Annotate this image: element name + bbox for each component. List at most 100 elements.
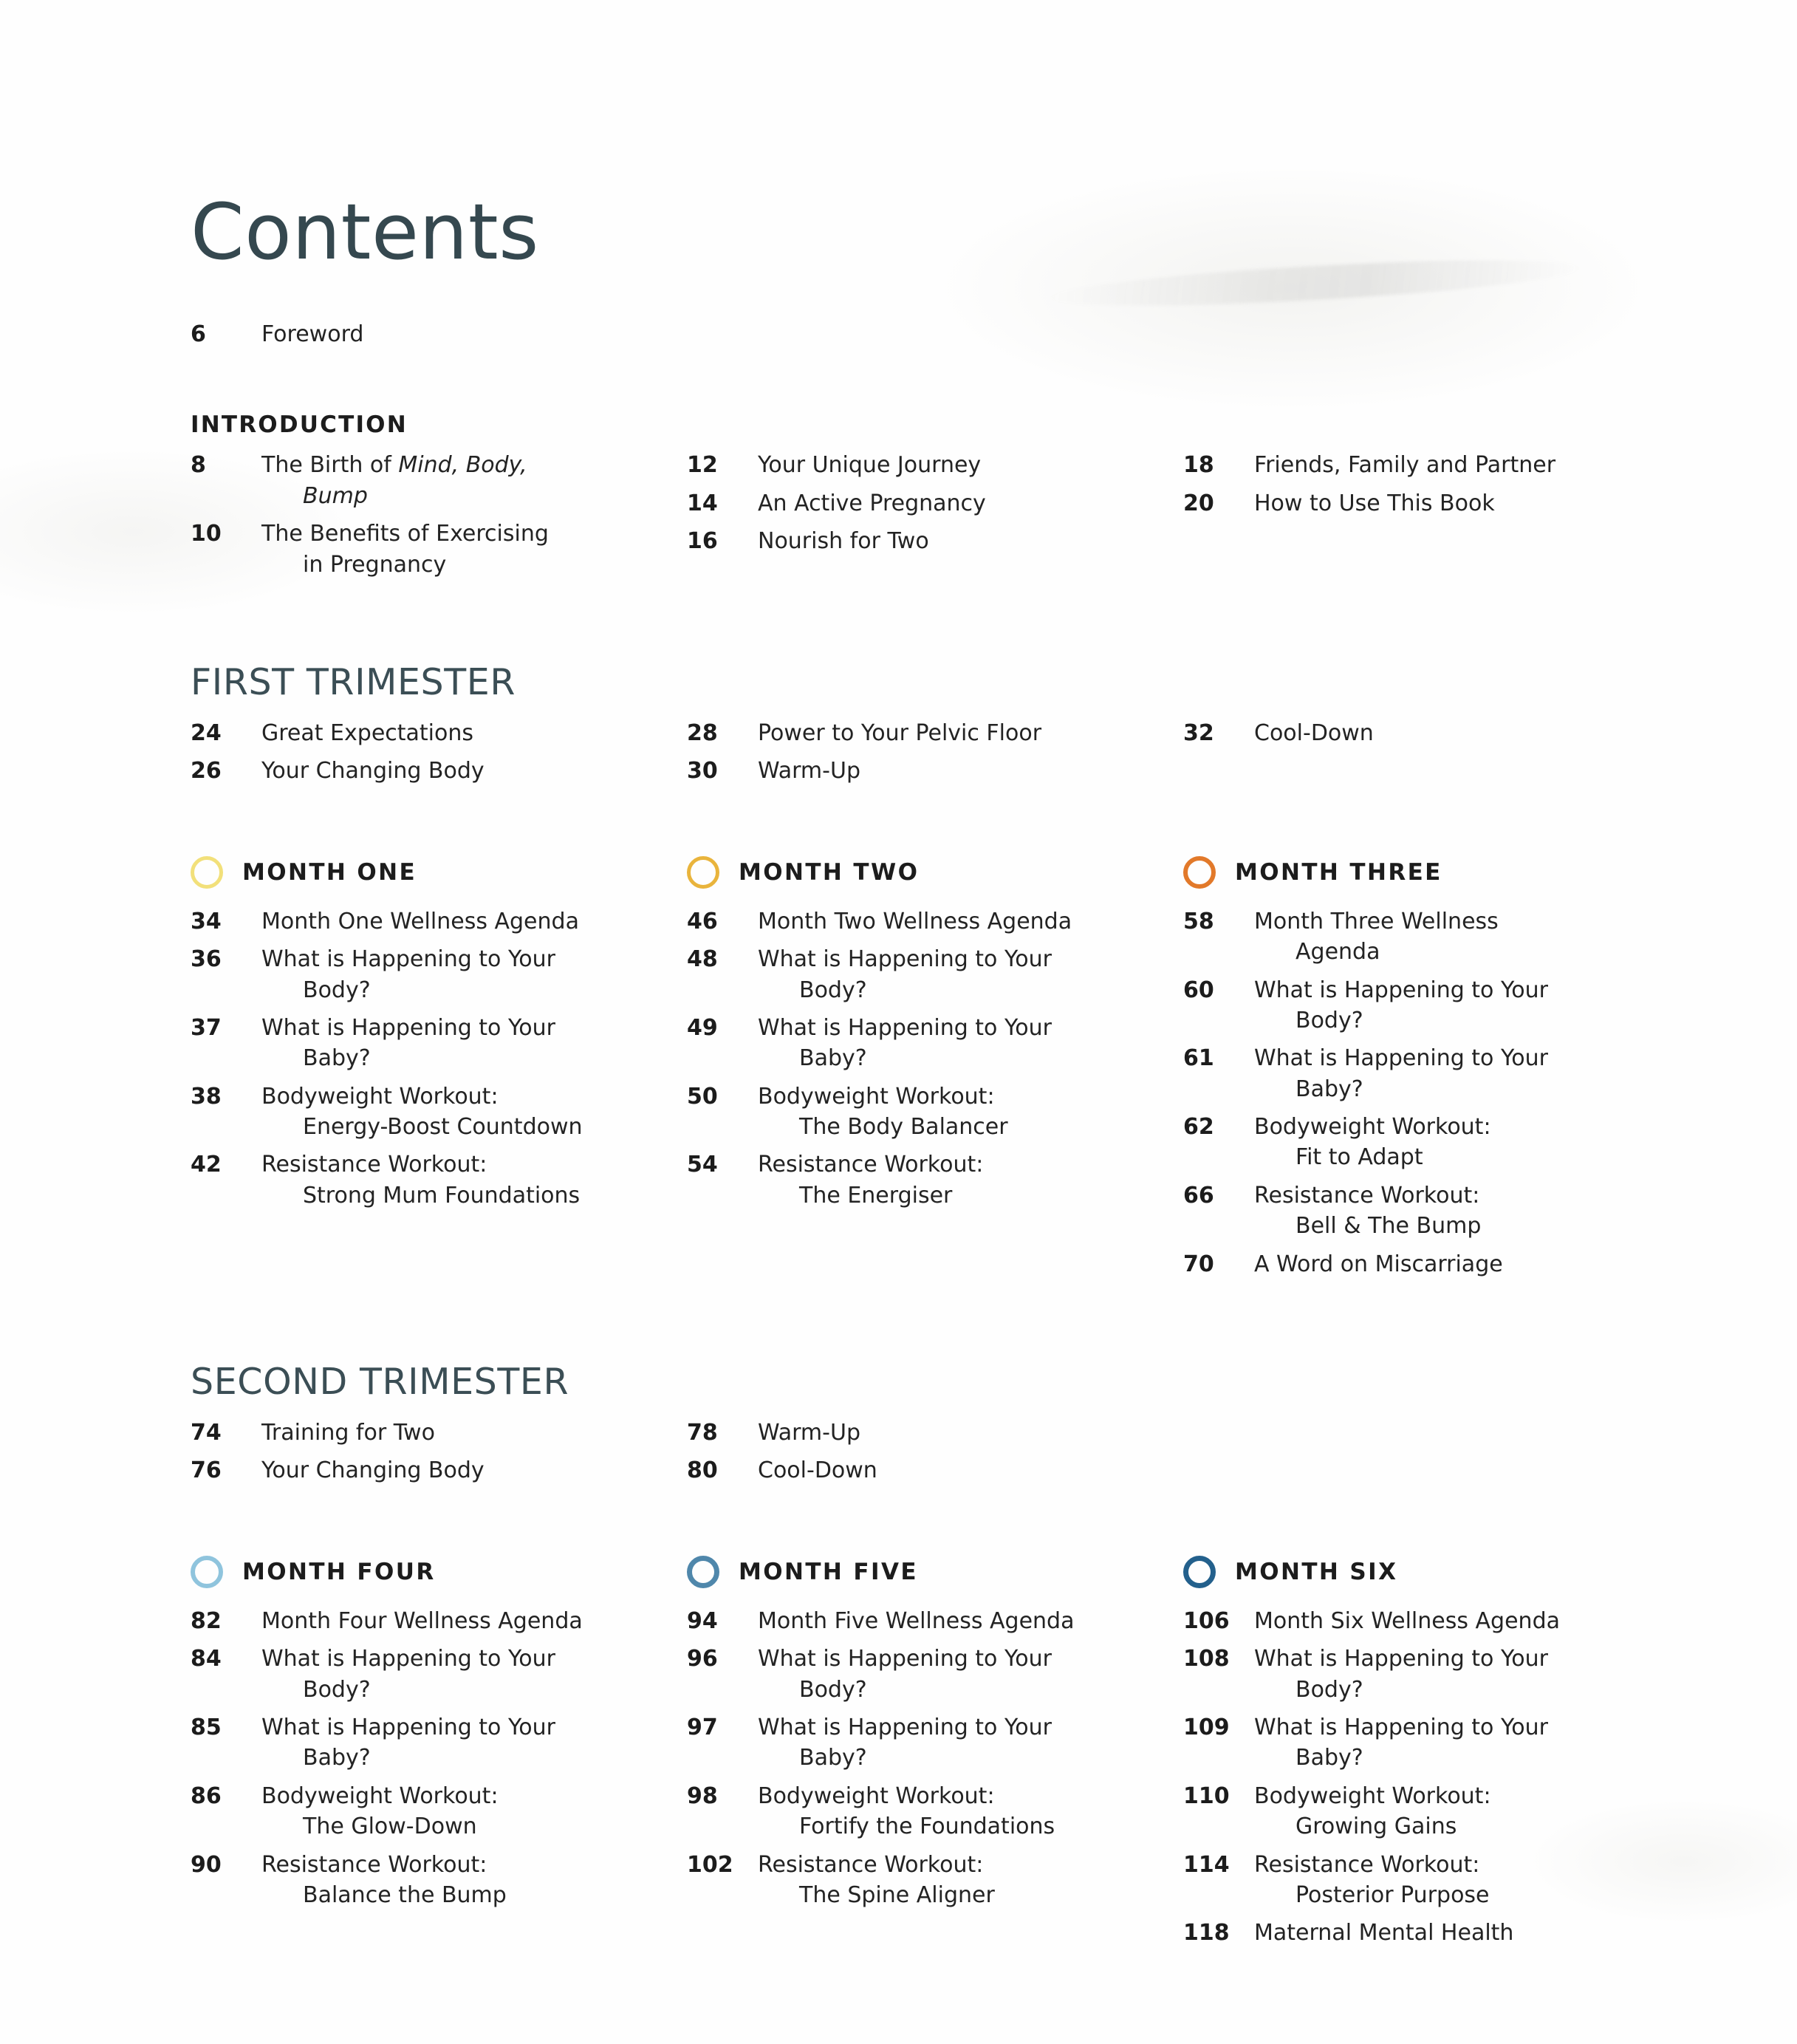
- toc-entry[interactable]: 78 Warm-Up: [687, 1418, 1183, 1448]
- contents-content: Contents 6 Foreword INTRODUCTION 8 The Bi…: [191, 194, 1638, 1956]
- toc-entry[interactable]: 98 Bodyweight Workout: Fortify the Foundat…: [687, 1781, 1183, 1842]
- entry-label: Maternal Mental Health: [1254, 1918, 1638, 1948]
- entry-line-1: Bodyweight Workout:: [261, 1782, 499, 1809]
- toc-entry[interactable]: 36 What is Happening to Your Body?: [191, 944, 687, 1005]
- page-number: 109: [1183, 1714, 1230, 1740]
- toc-entry[interactable]: 86 Bodyweight Workout: The Glow-Down: [191, 1781, 687, 1842]
- entry-line-2: Growing Gains: [1295, 1814, 1457, 1840]
- toc-entry[interactable]: 118 Maternal Mental Health: [1183, 1918, 1638, 1948]
- toc-entry[interactable]: 70 A Word on Miscarriage: [1183, 1249, 1638, 1279]
- entry-label: What is Happening to Your Baby?: [1254, 1712, 1638, 1774]
- entry-line-2: Balance the Bump: [303, 1881, 507, 1908]
- page-title: Contents: [191, 187, 539, 277]
- month-ring-icon: [1183, 1555, 1216, 1588]
- toc-entry[interactable]: 102 Resistance Workout: The Spine Aligner: [687, 1850, 1183, 1911]
- toc-entry[interactable]: 26 Your Changing Body: [191, 756, 687, 786]
- entry-line-2: The Body Balancer: [799, 1114, 1008, 1141]
- toc-entry[interactable]: 90 Resistance Workout: Balance the Bump: [191, 1850, 687, 1911]
- toc-entry[interactable]: 58 Month Three Wellness Agenda: [1183, 906, 1638, 968]
- toc-entry[interactable]: 110 Bodyweight Workout: Growing Gains: [1183, 1781, 1638, 1842]
- toc-entry[interactable]: 10 The Benefits of Exercising in Pregnancy: [191, 519, 687, 580]
- toc-entry[interactable]: 18 Friends, Family and Partner: [1183, 450, 1638, 480]
- toc-entry[interactable]: 12 Your Unique Journey: [687, 450, 1183, 480]
- entry-line-1: Resistance Workout:: [1254, 1851, 1480, 1878]
- toc-entry[interactable]: 30 Warm-Up: [687, 756, 1183, 786]
- toc-entry[interactable]: 54 Resistance Workout: The Energiser: [687, 1149, 1183, 1211]
- toc-entry[interactable]: 8 The Birth of Mind, Body, Bump: [191, 450, 687, 511]
- toc-entry[interactable]: 16 Nourish for Two: [687, 526, 1183, 556]
- toc-entry[interactable]: 14 An Active Pregnancy: [687, 488, 1183, 519]
- entry-label: Bodyweight Workout: The Glow-Down: [261, 1781, 687, 1842]
- toc-entry[interactable]: 48 What is Happening to Your Body?: [687, 944, 1183, 1005]
- entry-line-1: What is Happening to Your: [758, 1646, 1052, 1672]
- introduction-column-2: 12 Your Unique Journey 14 An Active Pregnan…: [687, 450, 1183, 587]
- foreword-row-grid: 6 Foreword: [191, 319, 1638, 357]
- entry-label: What is Happening to Your Baby?: [758, 1712, 1183, 1774]
- page-number: 82: [191, 1607, 222, 1634]
- entry-line-2: Body?: [303, 977, 371, 1003]
- toc-entry[interactable]: 108 What is Happening to Your Body?: [1183, 1644, 1638, 1705]
- entry-line-1: The Benefits of Exercising: [261, 521, 549, 547]
- first-trimester-column-1: 24 Great Expectations 26 Your Changing Body: [191, 718, 687, 794]
- toc-entry[interactable]: 61 What is Happening to Your Baby?: [1183, 1043, 1638, 1104]
- entry-line-1: Nourish for Two: [758, 528, 929, 555]
- toc-entry[interactable]: 49 What is Happening to Your Baby?: [687, 1013, 1183, 1074]
- entry-line-1: Resistance Workout:: [758, 1851, 984, 1878]
- toc-entry[interactable]: 24 Great Expectations: [191, 718, 687, 748]
- page-number: 66: [1183, 1182, 1214, 1209]
- entry-label: The Benefits of Exercising in Pregnancy: [261, 519, 687, 580]
- toc-entry[interactable]: 66 Resistance Workout: Bell & The Bump: [1183, 1180, 1638, 1242]
- entry-line-2: Baby?: [1295, 1076, 1363, 1102]
- month-ring-icon: [1183, 855, 1216, 889]
- toc-entry[interactable]: 84 What is Happening to Your Body?: [191, 1644, 687, 1705]
- entry-line-1: What is Happening to Your: [261, 1646, 555, 1672]
- month-header: MONTH FOUR: [191, 1548, 687, 1596]
- second-trimester-months-grid: MONTH FOUR 82 Month Four Wellness Agenda 84…: [191, 1548, 1638, 1956]
- entry-line-1: Power to Your Pelvic Floor: [758, 719, 1042, 746]
- toc-entry[interactable]: 42 Resistance Workout: Strong Mum Foundati…: [191, 1149, 687, 1211]
- entry-line-2: in Pregnancy: [303, 551, 447, 578]
- section-heading-first-trimester: FIRST TRIMESTER: [191, 660, 516, 703]
- entry-label: What is Happening to Your Baby?: [261, 1013, 687, 1074]
- toc-entry[interactable]: 46 Month Two Wellness Agenda: [687, 906, 1183, 937]
- entry-line-1: Warm-Up: [758, 1420, 860, 1446]
- entry-label: Resistance Workout: The Spine Aligner: [758, 1850, 1183, 1911]
- toc-entry[interactable]: 80 Cool-Down: [687, 1455, 1183, 1486]
- toc-entry[interactable]: 94 Month Five Wellness Agenda: [687, 1606, 1183, 1636]
- toc-entry[interactable]: 37 What is Happening to Your Baby?: [191, 1013, 687, 1074]
- entry-line-1: Resistance Workout:: [758, 1152, 984, 1178]
- toc-entry-foreword[interactable]: 6 Foreword: [191, 319, 687, 349]
- toc-entry[interactable]: 76 Your Changing Body: [191, 1455, 687, 1486]
- toc-entry[interactable]: 109 What is Happening to Your Baby?: [1183, 1712, 1638, 1774]
- toc-entry[interactable]: 34 Month One Wellness Agenda: [191, 906, 687, 937]
- toc-entry[interactable]: 114 Resistance Workout: Posterior Purpose: [1183, 1850, 1638, 1911]
- toc-entry[interactable]: 50 Bodyweight Workout: The Body Balancer: [687, 1081, 1183, 1143]
- entry-label: How to Use This Book: [1254, 488, 1638, 519]
- toc-entry[interactable]: 106 Month Six Wellness Agenda: [1183, 1606, 1638, 1636]
- entry-line-1: Bodyweight Workout:: [1254, 1114, 1491, 1141]
- entry-line-2: Fit to Adapt: [1295, 1144, 1423, 1171]
- entry-line-1: Month Five Wellness Agenda: [758, 1607, 1075, 1634]
- toc-entry[interactable]: 60 What is Happening to Your Body?: [1183, 975, 1638, 1036]
- toc-entry[interactable]: 96 What is Happening to Your Body?: [687, 1644, 1183, 1705]
- toc-entry[interactable]: 85 What is Happening to Your Baby?: [191, 1712, 687, 1774]
- entry-label: Foreword: [261, 321, 364, 347]
- page-number: 106: [1183, 1607, 1230, 1634]
- page-number: 37: [191, 1014, 222, 1041]
- entry-label: What is Happening to Your Baby?: [758, 1013, 1183, 1074]
- toc-entry[interactable]: 38 Bodyweight Workout: Energy-Boost Countd…: [191, 1081, 687, 1143]
- toc-entry[interactable]: 97 What is Happening to Your Baby?: [687, 1712, 1183, 1774]
- toc-entry[interactable]: 74 Training for Two: [191, 1418, 687, 1448]
- toc-entry[interactable]: 32 Cool-Down: [1183, 718, 1638, 748]
- entry-line-2: Body?: [303, 1676, 371, 1703]
- section-heading-second-trimester: SECOND TRIMESTER: [191, 1361, 569, 1404]
- entry-line-1: Month Three Wellness: [1254, 908, 1499, 934]
- toc-entry[interactable]: 20 How to Use This Book: [1183, 488, 1638, 519]
- entry-line-1: Month Four Wellness Agenda: [261, 1607, 583, 1634]
- toc-entry[interactable]: 62 Bodyweight Workout: Fit to Adapt: [1183, 1112, 1638, 1173]
- toc-entry[interactable]: 28 Power to Your Pelvic Floor: [687, 718, 1183, 748]
- toc-entry[interactable]: 82 Month Four Wellness Agenda: [191, 1606, 687, 1636]
